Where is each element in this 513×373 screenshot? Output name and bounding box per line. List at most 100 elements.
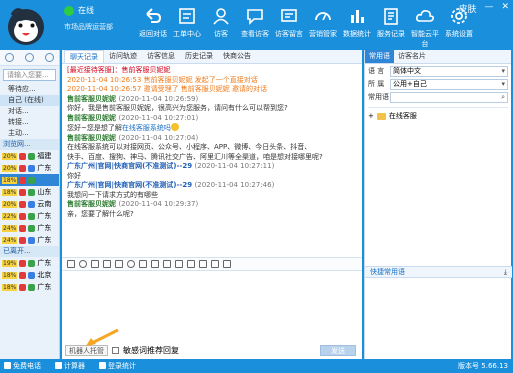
- visitor-item[interactable]: 22% 广东: [0, 210, 59, 222]
- tab-visitor-info[interactable]: 访客信息: [142, 50, 180, 63]
- font-icon[interactable]: [67, 260, 75, 268]
- view-visitor-button[interactable]: 查看访客: [238, 6, 272, 46]
- chevron-down-icon: ▾: [501, 79, 505, 88]
- login-stats-button[interactable]: 登录统计: [99, 361, 136, 371]
- group-chat[interactable]: 对话...: [0, 106, 59, 117]
- chat-line: 2020-11-04 10:26:57 邀请受理了 售前客服贝妮妮 邀请的对话: [67, 85, 268, 93]
- tab-visitor-card[interactable]: 访客名片: [394, 50, 430, 63]
- skin-button[interactable]: 皮肤: [458, 2, 476, 15]
- tab-history[interactable]: 历史记录: [180, 50, 218, 63]
- group-left[interactable]: 已离开...: [0, 246, 59, 257]
- group-transfer[interactable]: 转接...: [0, 117, 59, 128]
- group-active[interactable]: 主动...: [0, 128, 59, 139]
- calculator-button[interactable]: 计算器: [55, 361, 85, 371]
- chat-transcript: [最近接待客服]：售前客服贝妮妮 2020-11-04 10:26:53 售前客…: [62, 64, 362, 256]
- tab-chat-records[interactable]: 聊天记录: [64, 50, 104, 63]
- voice-icon[interactable]: [127, 260, 135, 268]
- tab-announcement[interactable]: 快商公告: [218, 50, 256, 63]
- star-icon[interactable]: [163, 260, 171, 268]
- search-icon: ⌕: [501, 92, 505, 101]
- os-icon: [28, 271, 36, 279]
- chat-sender: 广东广州|官网|快商官网(不准测试)--29 (2020-11-04 10:27…: [67, 181, 275, 189]
- recommend-checkbox[interactable]: [112, 347, 119, 354]
- statistics-button[interactable]: 数据统计: [340, 6, 374, 46]
- version-label: 版本号 5.66.13: [458, 362, 508, 370]
- os-icon: [28, 236, 36, 244]
- phrase-tree-item[interactable]: + 在线客服: [368, 107, 508, 121]
- visitor-icon: [213, 8, 229, 25]
- visitor-item[interactable]: 24% 广东: [0, 234, 59, 246]
- chat-sender: 售前客服贝妮妮 (2020-11-04 10:26:59): [67, 94, 199, 103]
- group-self[interactable]: 自己 (在线): [0, 95, 59, 106]
- mail-icon[interactable]: [199, 260, 207, 268]
- browser-icon: [19, 283, 27, 291]
- online-status[interactable]: 在线: [64, 5, 94, 16]
- browser-icon: [19, 271, 27, 279]
- owner-select[interactable]: 公用+自己 ▾: [390, 78, 508, 90]
- history-icon[interactable]: [211, 260, 219, 268]
- tab-visit-trail[interactable]: 访问轨迹: [104, 50, 142, 63]
- visitor-item[interactable]: 24% 广东: [0, 222, 59, 234]
- smile-emoji-icon: [170, 123, 179, 131]
- expand-icon[interactable]: +: [368, 112, 374, 120]
- emoji-icon[interactable]: [79, 260, 87, 268]
- quick-reply-icon[interactable]: [139, 260, 147, 268]
- visitor-item[interactable]: 20% 福建: [0, 150, 59, 162]
- os-icon: [28, 164, 36, 172]
- minimize-button[interactable]: —: [484, 2, 493, 15]
- gauge-icon: [315, 12, 331, 21]
- close-button[interactable]: ✕: [501, 2, 509, 15]
- os-icon: [28, 283, 36, 291]
- os-icon: [28, 200, 36, 208]
- chat-bubble-icon: [247, 9, 263, 25]
- history-icon[interactable]: [44, 53, 54, 62]
- visitor-item[interactable]: 18% 广东: [0, 281, 59, 293]
- download-icon[interactable]: ⤓: [504, 267, 507, 278]
- language-select[interactable]: 简体中文 ▾: [390, 65, 508, 77]
- service-records-button[interactable]: 服务记录: [374, 6, 408, 46]
- chat-tabs: 聊天记录 访问轨迹 访客信息 历史记录 快商公告: [62, 50, 362, 64]
- chat-message: 您好~您是想了解在线客服系统吗: [67, 123, 357, 134]
- contacts-icon[interactable]: [24, 53, 34, 62]
- visitor-item[interactable]: 18% 山东: [0, 186, 59, 198]
- calculator-icon: [55, 362, 62, 369]
- link-icon[interactable]: [175, 260, 183, 268]
- visitor-item[interactable]: 19% 广东: [0, 257, 59, 269]
- annotation-arrow-icon: [86, 328, 119, 346]
- chat-message: 亲，您要了解什么呢?: [67, 209, 134, 218]
- send-button[interactable]: 发送: [320, 345, 356, 356]
- chat-sender: 售前客服贝妮妮 (2020-11-04 10:29:37): [67, 200, 199, 208]
- browser-icon: [19, 259, 27, 267]
- file-icon[interactable]: [115, 260, 123, 268]
- visitor-button[interactable]: 访客: [204, 6, 238, 46]
- screenshot-icon[interactable]: [103, 260, 111, 268]
- visitor-item[interactable]: 20% 广东: [0, 162, 59, 174]
- group-waiting[interactable]: 等待应...: [0, 84, 59, 95]
- search-input[interactable]: 请输入您要...: [3, 69, 56, 81]
- tab-common-phrases[interactable]: 常用语: [365, 50, 394, 63]
- chat-message: 快手、百度、搜狗、神马、腾讯社交广告、阿里汇川等全渠道，咱是想对接哪里呢?: [67, 152, 323, 161]
- cloud-platform-button[interactable]: 智能云平台: [408, 6, 442, 48]
- back-to-chat-button[interactable]: 返回对话: [136, 6, 170, 46]
- image-icon[interactable]: [91, 260, 99, 268]
- chat-list-icon[interactable]: [5, 53, 15, 62]
- visitor-item[interactable]: 18% 北京: [0, 269, 59, 281]
- ticket-center-button[interactable]: 工单中心: [170, 6, 204, 46]
- translate-icon[interactable]: [151, 260, 159, 268]
- visitor-message-button[interactable]: 访客留言: [272, 6, 306, 46]
- ticket-icon: [179, 8, 195, 24]
- visitor-item[interactable]: 20% 云南: [0, 198, 59, 210]
- card-icon[interactable]: [187, 260, 195, 268]
- marketing-button[interactable]: 营销管家: [306, 6, 340, 46]
- window-controls: 皮肤 — ✕: [458, 2, 509, 15]
- browser-icon: [19, 164, 27, 172]
- free-call-button[interactable]: 免费电话: [4, 361, 41, 371]
- input-toolbar: [62, 257, 362, 271]
- group-browsing[interactable]: 浏览网...: [0, 139, 59, 150]
- phone-icon: [4, 362, 11, 369]
- visitor-item-selected[interactable]: 18%: [0, 174, 59, 186]
- order-icon[interactable]: [223, 260, 231, 268]
- status-bar: 免费电话 计算器 登录统计 版本号 5.66.13: [0, 359, 513, 373]
- quick-phrases-header: 快捷常用语 ⤓: [365, 266, 512, 278]
- phrase-search-input[interactable]: ⌕: [390, 91, 508, 103]
